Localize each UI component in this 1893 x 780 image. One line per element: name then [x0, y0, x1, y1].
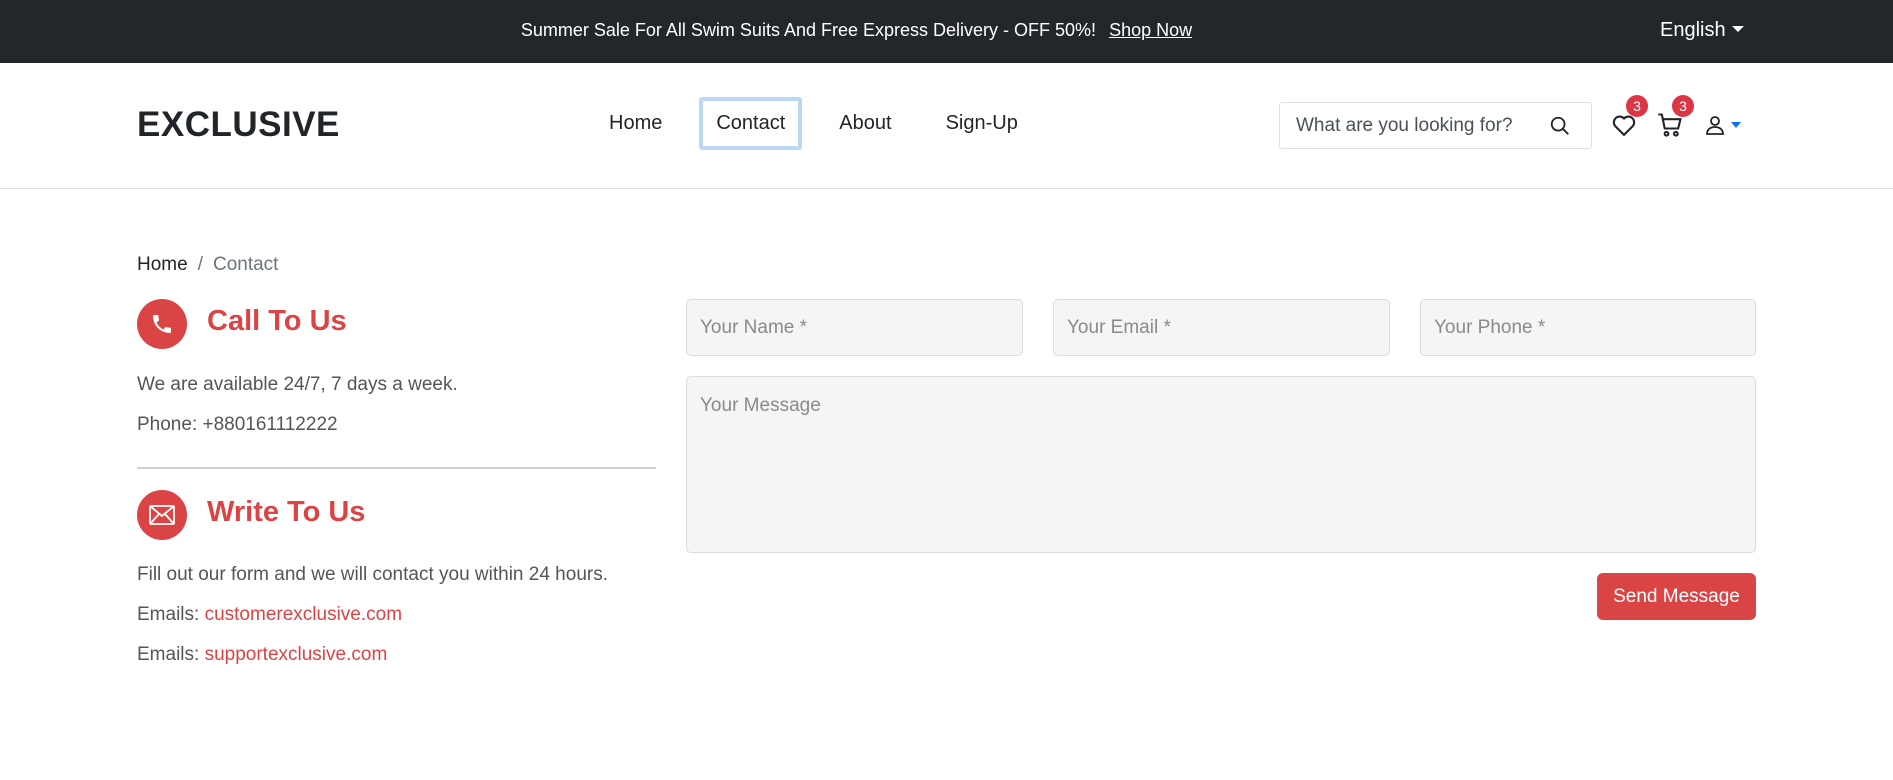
wishlist-button[interactable]: 3: [1608, 95, 1648, 141]
account-menu-button[interactable]: [1700, 109, 1744, 141]
call-availability-text: We are available 24/7, 7 days a week.: [137, 374, 458, 395]
email-prefix: Emails:: [137, 644, 200, 665]
email-line-customer: Emails: customerexclusive.com: [137, 604, 402, 626]
write-description-text: Fill out our form and we will contact yo…: [137, 564, 608, 585]
main-nav: Home Contact About Sign-Up: [592, 97, 1055, 150]
language-selector[interactable]: English: [1660, 19, 1744, 42]
promo-message: Summer Sale For All Swim Suits And Free …: [0, 20, 1893, 41]
email-field[interactable]: [1053, 299, 1390, 356]
promo-text: Summer Sale For All Swim Suits And Free …: [520, 20, 1097, 40]
breadcrumb-current: Contact: [212, 254, 279, 275]
search-input[interactable]: [1280, 103, 1540, 148]
nav-sign-up[interactable]: Sign-Up: [929, 97, 1035, 150]
search-icon[interactable]: [1540, 106, 1580, 146]
site-header: EXCLUSIVE Home Contact About Sign-Up 3 3: [0, 63, 1893, 189]
name-field[interactable]: [686, 299, 1023, 356]
write-title: Write To Us: [207, 495, 366, 528]
email-link-support[interactable]: supportexclusive.com: [205, 644, 388, 665]
envelope-icon: [137, 490, 187, 540]
email-prefix: Emails:: [137, 604, 200, 625]
cart-count-badge: 3: [1672, 95, 1694, 117]
section-divider: [137, 467, 656, 469]
write-section-header: Write To Us: [137, 490, 365, 540]
nav-home[interactable]: Home: [592, 97, 679, 150]
wishlist-count-badge: 3: [1626, 95, 1648, 117]
breadcrumb: Home / Contact: [137, 254, 278, 276]
send-message-button[interactable]: Send Message: [1597, 573, 1756, 620]
breadcrumb-separator: /: [197, 254, 203, 275]
cart-button[interactable]: 3: [1654, 95, 1694, 141]
phone-icon: [137, 299, 187, 349]
chevron-down-icon: [1731, 122, 1741, 128]
caret-down-icon: [1731, 25, 1744, 32]
shop-now-link[interactable]: Shop Now: [1109, 20, 1192, 40]
breadcrumb-home[interactable]: Home: [137, 254, 188, 276]
user-icon: [1706, 116, 1724, 135]
phone-field[interactable]: [1420, 299, 1756, 356]
nav-contact[interactable]: Contact: [699, 97, 803, 150]
search-box: [1279, 102, 1592, 149]
logo[interactable]: EXCLUSIVE: [137, 105, 340, 145]
nav-about[interactable]: About: [822, 97, 908, 150]
language-label: English: [1660, 19, 1726, 41]
email-line-support: Emails: supportexclusive.com: [137, 644, 387, 666]
message-field[interactable]: [686, 376, 1756, 553]
promo-bar: Summer Sale For All Swim Suits And Free …: [0, 0, 1893, 63]
email-link-customer[interactable]: customerexclusive.com: [205, 604, 402, 625]
call-phone-text: Phone: +880161112222: [137, 414, 338, 435]
call-section-header: Call To Us: [137, 299, 347, 349]
call-title: Call To Us: [207, 304, 347, 337]
